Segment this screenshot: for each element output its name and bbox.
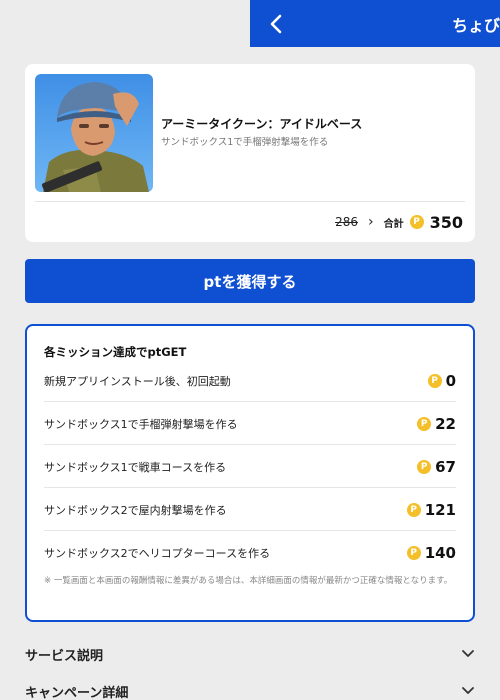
mission-points-value: 140 — [424, 544, 456, 562]
chevron-right-icon: › — [367, 214, 374, 230]
mission-points: P 0 — [427, 371, 456, 390]
mission-item: サンドボックス2で屋内射撃場を作る P 121 — [44, 489, 456, 531]
chevron-down-icon — [462, 650, 474, 657]
get-points-button[interactable]: ptを獲得する — [25, 259, 475, 303]
chevron-down-icon — [462, 687, 474, 694]
reward-disclaimer: ※ 一覧画面と本画面の報酬情報に差異がある場合は、本詳細画面の情報が最新かつ正確… — [44, 576, 453, 586]
mission-item: 新規アプリインストール後、初回起動 P 0 — [44, 360, 456, 402]
mission-label: サンドボックス2で屋内射撃場を作る — [44, 503, 227, 517]
total-points: 350 — [429, 212, 463, 232]
divider — [35, 201, 465, 202]
mission-points: P 22 — [417, 415, 456, 433]
mission-item: サンドボックス1で戦車コースを作る P 67 — [44, 446, 456, 488]
original-points: 286 — [335, 215, 358, 229]
mission-label: サンドボックス2でヘリコプターコースを作る — [44, 547, 271, 560]
app-icon[interactable] — [35, 74, 153, 192]
point-coin-icon: P — [406, 502, 421, 517]
mission-item: サンドボックス2でヘリコプターコースを作る P 140 — [44, 532, 456, 574]
mission-label: サンドボックス1で手榴弾射撃場を作る — [44, 417, 238, 431]
page-title: ちょび — [452, 16, 500, 35]
mission-points: P 67 — [417, 458, 456, 476]
mission-header: 各ミッション達成でptGET — [44, 345, 187, 359]
mission-label: サンドボックス1で戦車コースを作る — [44, 460, 227, 474]
total-label: 合計 — [383, 218, 404, 230]
price-summary: 286 › 合計 P 350 — [335, 212, 463, 232]
point-coin-icon: P — [417, 459, 432, 474]
mission-points-value: 67 — [435, 457, 456, 476]
mission-points-value: 22 — [435, 414, 456, 433]
point-coin-icon: P — [409, 215, 424, 229]
point-coin-icon: P — [406, 546, 421, 560]
mission-points: P 121 — [406, 500, 456, 519]
service-description-accordion[interactable]: サービス説明 — [25, 641, 475, 667]
mission-list: 各ミッション達成でptGET 新規アプリインストール後、初回起動 P 0 サンド… — [25, 324, 475, 622]
mission-points-value: 121 — [424, 500, 456, 519]
app-description: サンドボックス1で手榴弾射撃場を作る — [161, 137, 329, 148]
back-arrow-icon[interactable] — [266, 13, 286, 35]
app-offer-card: アーミータイクーン：アイドルベース サンドボックス1で手榴弾射撃場を作る 286… — [25, 64, 475, 242]
mission-points-value: 0 — [445, 371, 456, 390]
campaign-details-accordion[interactable]: キャンペーン詳細 — [25, 678, 475, 700]
top-navigation-bar: ちょび — [250, 0, 500, 47]
mission-label: 新規アプリインストール後、初回起動 — [44, 374, 231, 388]
accordion-label: サービス説明 — [25, 648, 104, 664]
mission-item: サンドボックス1で手榴弾射撃場を作る P 22 — [44, 403, 456, 445]
app-name: アーミータイクーン：アイドルベース — [161, 117, 363, 131]
point-coin-icon: P — [417, 416, 432, 431]
accordion-label: キャンペーン詳細 — [25, 685, 129, 700]
point-coin-icon: P — [427, 373, 442, 388]
mission-points: P 140 — [406, 544, 456, 562]
